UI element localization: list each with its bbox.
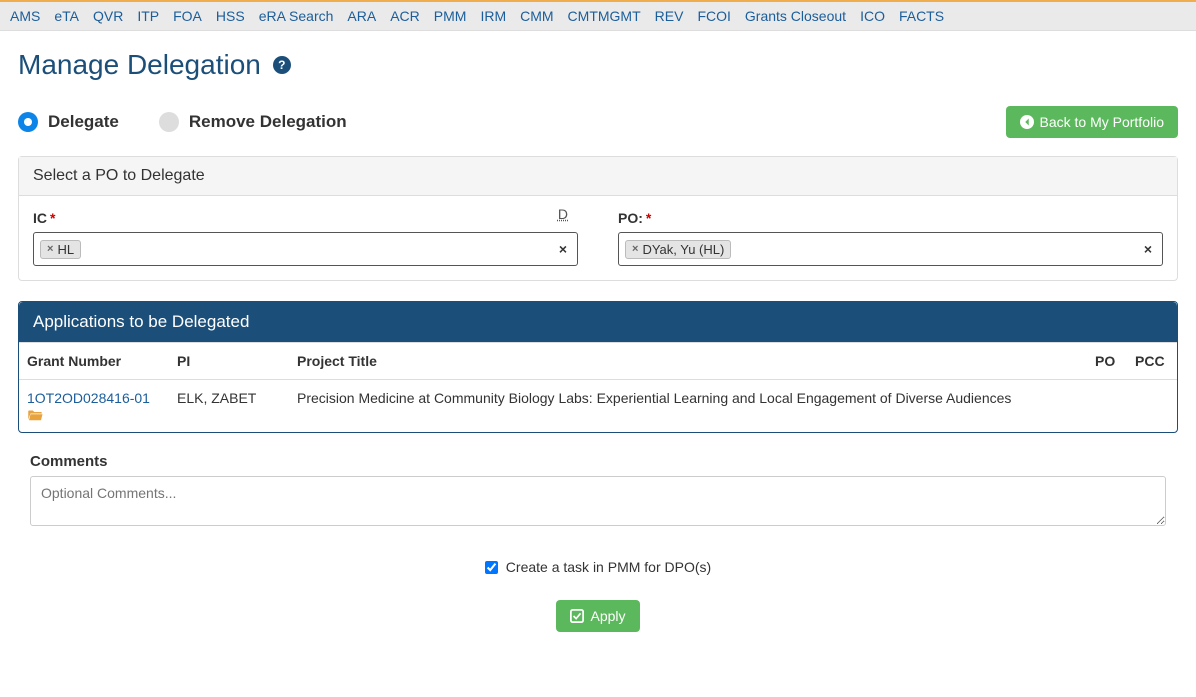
- nav-link-pmm[interactable]: PMM: [434, 8, 467, 24]
- pcc-cell: [1127, 380, 1177, 433]
- create-task-label: Create a task in PMM for DPO(s): [506, 559, 711, 575]
- mode-row: Delegate Remove Delegation Back to My Po…: [18, 106, 1178, 138]
- ic-tag[interactable]: × HL: [40, 240, 81, 259]
- create-task-checkbox[interactable]: [485, 561, 498, 574]
- col-pcc: PCC: [1127, 343, 1177, 380]
- nav-link-ara[interactable]: ARA: [347, 8, 376, 24]
- nav-link-cmtmgmt[interactable]: CMTMGMT: [568, 8, 641, 24]
- col-po: PO: [1087, 343, 1127, 380]
- po-field-group: PO:* × DYak, Yu (HL) ×: [618, 210, 1163, 266]
- back-to-portfolio-button[interactable]: Back to My Portfolio: [1006, 106, 1179, 138]
- col-pi: PI: [169, 343, 289, 380]
- select-po-panel: Select a PO to Delegate D IC* × HL ×: [18, 156, 1178, 281]
- po-clear-icon[interactable]: ×: [1144, 241, 1152, 257]
- po-tag[interactable]: × DYak, Yu (HL): [625, 240, 731, 259]
- nav-link-rev[interactable]: REV: [655, 8, 684, 24]
- nav-link-cmm[interactable]: CMM: [520, 8, 553, 24]
- help-icon[interactable]: ?: [273, 56, 291, 74]
- apply-button[interactable]: Apply: [556, 600, 639, 632]
- grant-number-link[interactable]: 1OT2OD028416-01: [27, 390, 150, 406]
- ic-field-group: D IC* × HL ×: [33, 210, 578, 266]
- comments-label: Comments: [30, 453, 1178, 470]
- nav-link-ico[interactable]: ICO: [860, 8, 885, 24]
- ic-label: IC*: [33, 210, 578, 226]
- required-asterisk: *: [646, 210, 651, 226]
- back-button-label: Back to My Portfolio: [1040, 114, 1165, 130]
- ic-input[interactable]: × HL ×: [33, 232, 578, 266]
- po-cell: [1087, 380, 1127, 433]
- apply-button-label: Apply: [590, 608, 625, 624]
- radio-remove-label: Remove Delegation: [189, 112, 347, 132]
- po-tag-text: DYak, Yu (HL): [642, 242, 724, 257]
- hint-d: D: [558, 206, 568, 222]
- radio-dot-selected-icon: [18, 112, 38, 132]
- nav-link-era-search[interactable]: eRA Search: [259, 8, 334, 24]
- table-row: 1OT2OD028416-01 ELK, ZABET Precision Med…: [19, 380, 1177, 433]
- check-icon: [570, 609, 584, 623]
- chevron-left-circle-icon: [1020, 115, 1034, 129]
- page-title-text: Manage Delegation: [18, 49, 261, 81]
- required-asterisk: *: [50, 210, 55, 226]
- comments-textarea[interactable]: [30, 476, 1166, 526]
- nav-link-foa[interactable]: FOA: [173, 8, 202, 24]
- nav-link-itp[interactable]: ITP: [137, 8, 159, 24]
- page-title: Manage Delegation ?: [18, 49, 1178, 81]
- radio-dot-icon: [159, 112, 179, 132]
- ic-tag-text: HL: [57, 242, 74, 257]
- radio-delegate-label: Delegate: [48, 112, 119, 132]
- po-label: PO:*: [618, 210, 1163, 226]
- pi-cell: ELK, ZABET: [169, 380, 289, 433]
- nav-link-hss[interactable]: HSS: [216, 8, 245, 24]
- po-input[interactable]: × DYak, Yu (HL) ×: [618, 232, 1163, 266]
- top-nav: AMS eTA QVR ITP FOA HSS eRA Search ARA ACR PMM IRM…: [0, 0, 1196, 31]
- nav-link-ams[interactable]: AMS: [10, 8, 40, 24]
- ic-clear-icon[interactable]: ×: [559, 241, 567, 257]
- tag-remove-icon[interactable]: ×: [47, 243, 53, 255]
- nav-link-fcoi[interactable]: FCOI: [697, 8, 730, 24]
- title-cell: Precision Medicine at Community Biology …: [289, 380, 1087, 433]
- create-task-checkbox-row[interactable]: Create a task in PMM for DPO(s): [485, 559, 711, 575]
- nav-link-acr[interactable]: ACR: [390, 8, 420, 24]
- applications-table: Grant Number PI Project Title PO PCC 1OT…: [19, 343, 1177, 432]
- nav-link-irm[interactable]: IRM: [480, 8, 506, 24]
- tag-remove-icon[interactable]: ×: [632, 243, 638, 255]
- nav-link-facts[interactable]: FACTS: [899, 8, 944, 24]
- col-title: Project Title: [289, 343, 1087, 380]
- radio-delegate[interactable]: Delegate: [18, 112, 119, 132]
- nav-link-grants-closeout[interactable]: Grants Closeout: [745, 8, 846, 24]
- radio-remove[interactable]: Remove Delegation: [159, 112, 347, 132]
- nav-link-qvr[interactable]: QVR: [93, 8, 123, 24]
- select-po-header: Select a PO to Delegate: [19, 157, 1177, 196]
- applications-header: Applications to be Delegated: [19, 302, 1177, 343]
- folder-open-icon[interactable]: [27, 406, 43, 422]
- applications-panel: Applications to be Delegated Grant Numbe…: [18, 301, 1178, 433]
- nav-link-eta[interactable]: eTA: [54, 8, 79, 24]
- col-grant: Grant Number: [19, 343, 169, 380]
